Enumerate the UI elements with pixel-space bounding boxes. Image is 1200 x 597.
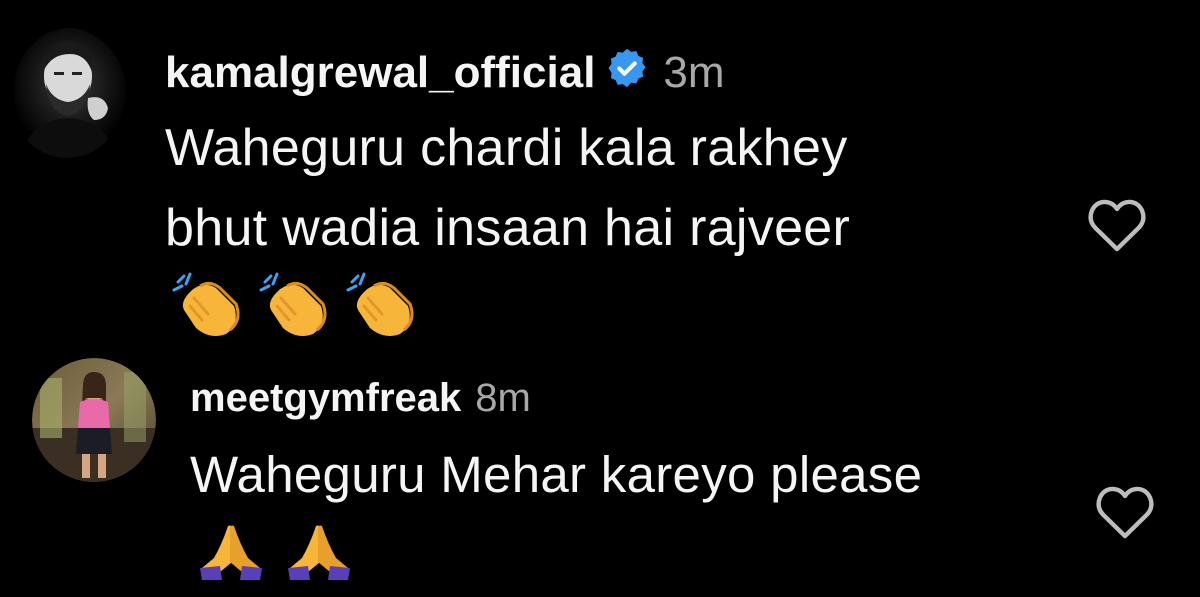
username[interactable]: kamalgrewal_official — [165, 48, 595, 98]
folded-hands-emoji — [198, 522, 264, 582]
comment-header: kamalgrewal_official 3m — [165, 45, 725, 101]
verified-badge-icon — [605, 46, 649, 101]
emoji-row — [198, 522, 374, 582]
comment-text-line: Waheguru chardi kala rakhey — [165, 119, 848, 177]
emoji-row — [172, 272, 433, 338]
comment-item: kamalgrewal_official 3m Waheguru chardi … — [0, 0, 1200, 350]
clapping-hands-emoji — [259, 272, 329, 338]
avatar[interactable] — [32, 358, 156, 482]
heart-outline-icon[interactable] — [1094, 483, 1156, 541]
heart-outline-icon[interactable] — [1086, 196, 1148, 254]
timestamp: 3m — [663, 48, 725, 97]
avatar[interactable] — [8, 28, 126, 158]
comment-header: meetgymfreak 8m — [190, 372, 531, 424]
comments-list: kamalgrewal_official 3m Waheguru chardi … — [0, 0, 1200, 597]
username[interactable]: meetgymfreak — [190, 376, 461, 421]
clapping-hands-emoji — [346, 272, 416, 338]
timestamp: 8m — [475, 375, 531, 420]
comment-text-line: Waheguru Mehar kareyo please — [190, 446, 923, 503]
folded-hands-emoji — [286, 522, 352, 582]
comment-text-line: bhut wadia insaan hai rajveer — [165, 199, 851, 257]
comment-item: meetgymfreak 8m Waheguru Mehar kareyo pl… — [0, 350, 1200, 597]
clapping-hands-emoji — [172, 272, 242, 338]
